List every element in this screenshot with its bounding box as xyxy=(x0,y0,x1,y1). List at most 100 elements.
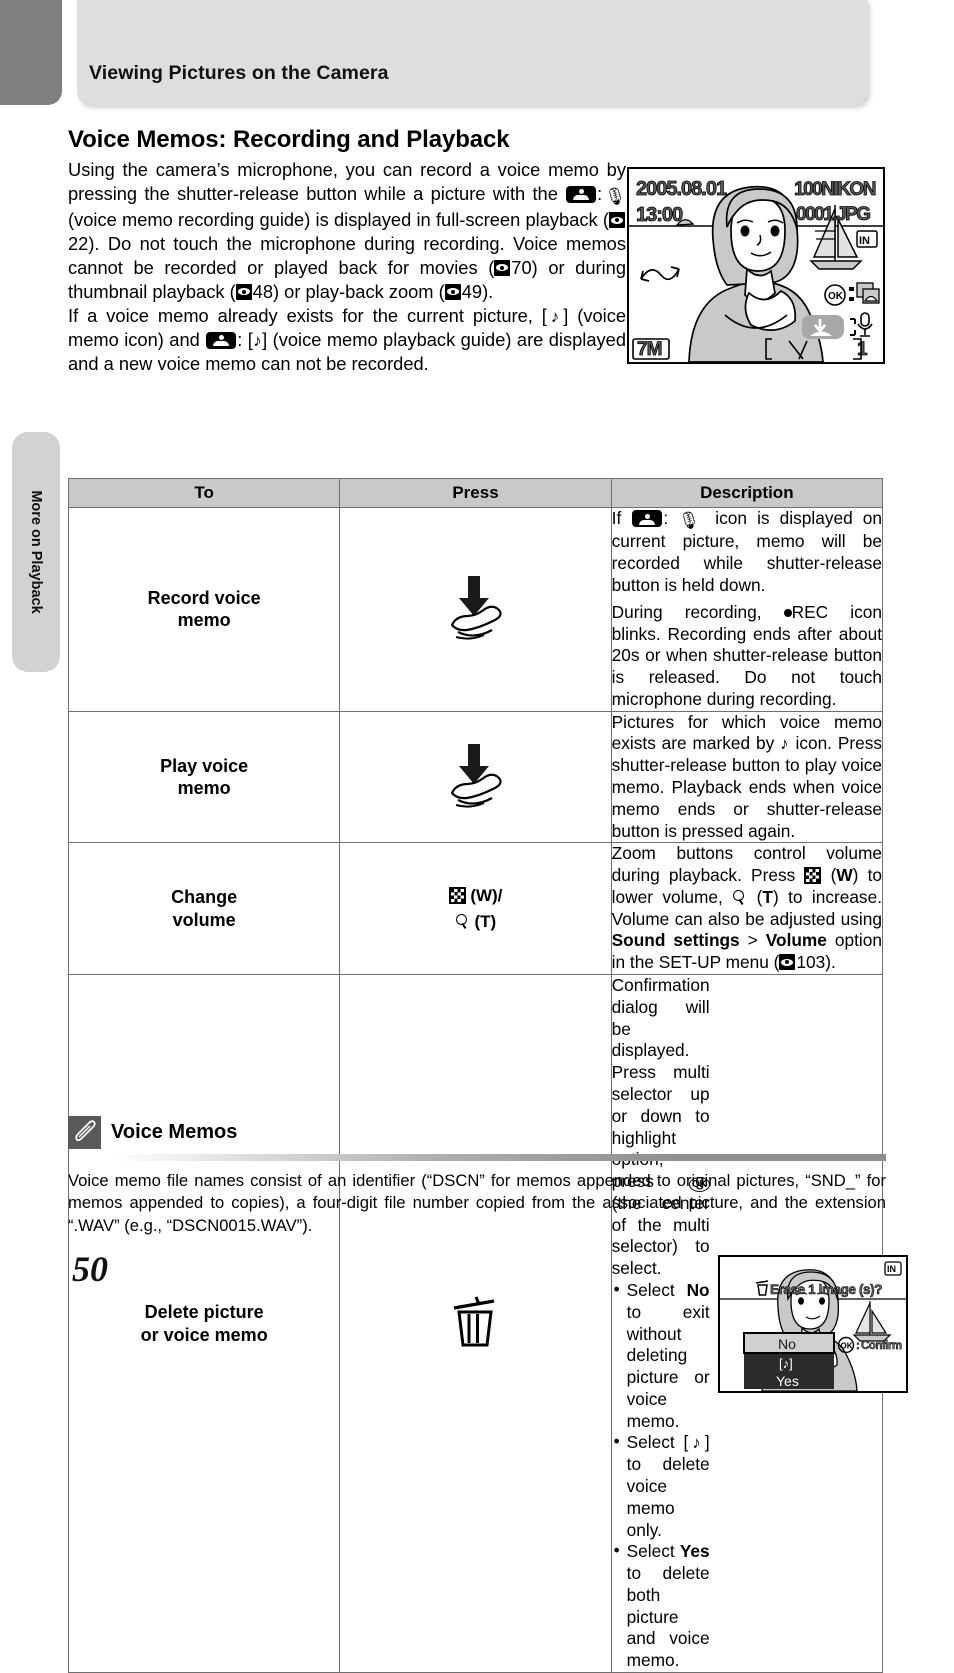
chapter-title: Viewing Pictures on the Camera xyxy=(89,62,389,84)
desc-cell-record-voice-memo: If : 🎙 icon is displayed on current pict… xyxy=(610,507,884,712)
delete-options-list: Select No to exit without deleting pictu… xyxy=(612,1279,710,1672)
table-row: Play voice memo Pictures for which voice… xyxy=(67,710,884,844)
reference-icon xyxy=(609,212,625,229)
row-label-delete-picture: Delete picture or voice memo xyxy=(67,974,341,1673)
note-header: Voice Memos xyxy=(68,1116,886,1149)
microphone-icon: 🎙 xyxy=(602,186,626,206)
note-divider xyxy=(112,1154,886,1161)
ref-page-103: 103 xyxy=(796,952,826,973)
svg-text:[♪]: [♪] xyxy=(779,1356,793,1371)
reference-icon xyxy=(779,954,796,971)
desc-text: > xyxy=(739,930,766,951)
desc-paragraph: If : 🎙 icon is displayed on current pict… xyxy=(612,508,882,597)
p1-text-f: ). xyxy=(482,280,494,302)
svg-text:OK: OK xyxy=(828,291,844,302)
reference-icon xyxy=(444,283,461,300)
ref-page-22: 22 xyxy=(68,232,89,254)
thumbnail-wide-icon xyxy=(448,887,466,905)
ref-page-48: 48 xyxy=(252,280,274,302)
desc-text: ). xyxy=(825,952,836,973)
camera-lcd-illustration: 2005.08.01 13:00 100NIKON 0001.JPG 7M 1 … xyxy=(627,167,885,364)
table-header-row: To Press Description xyxy=(67,478,884,508)
bullet-text: to delete both picture and voice memo. xyxy=(626,1563,710,1671)
magnifier-tele-icon xyxy=(455,913,470,930)
side-section-tab-label: More on Playback xyxy=(28,490,44,614)
bullet-text: Select xyxy=(626,1541,680,1562)
magnifier-tele-icon xyxy=(732,889,747,906)
svg-text:2005.08.01: 2005.08.01 xyxy=(636,178,727,200)
row-label-line1: Delete picture xyxy=(144,1302,264,1323)
wide-label: (W)/ xyxy=(470,886,503,906)
svg-text:Erase 1 image (s)?: Erase 1 image (s)? xyxy=(770,1282,882,1297)
svg-text:IN: IN xyxy=(887,1264,896,1274)
svg-text:IN: IN xyxy=(859,235,870,247)
chapter-header-panel: Viewing Pictures on the Camera xyxy=(77,0,868,105)
bullet-text: Select xyxy=(626,1279,687,1300)
desc-cell-play-voice-memo: Pictures for which voice memo exists are… xyxy=(610,710,884,844)
desc-text: : xyxy=(663,508,679,528)
trash-can-icon xyxy=(454,1296,495,1347)
wide-key: W xyxy=(836,865,853,886)
thumbnail-wide-icon xyxy=(804,867,822,885)
rec-label: REC xyxy=(791,601,829,622)
row-label-line2: volume xyxy=(172,909,236,930)
desc-paragraph: Zoom buttons control volume during playb… xyxy=(611,843,882,973)
press-cell-delete-button xyxy=(339,974,612,1673)
column-header-press: Press xyxy=(339,478,612,508)
row-label-line2: memo xyxy=(177,778,231,798)
musical-note-icon: ♪ xyxy=(688,1433,705,1453)
page-number: 50 xyxy=(72,1249,108,1289)
zoom-button-legend: (W)/ (T) xyxy=(340,883,610,934)
p1-text-b: (voice memo recording guide) is displaye… xyxy=(68,209,609,231)
column-header-description: Description xyxy=(610,478,884,508)
option-no: No xyxy=(686,1279,710,1300)
column-header-to: To xyxy=(67,478,341,508)
corner-tab xyxy=(0,0,62,105)
voice-memo-guide-icon xyxy=(632,510,663,527)
table-row: Change volume (W)/ (T) Zoom buttons cont… xyxy=(67,842,884,976)
bullet-text: Select [ xyxy=(626,1432,689,1453)
shutter-release-press-icon xyxy=(451,575,503,640)
list-item: Select Yes to delete both picture and vo… xyxy=(612,1540,710,1672)
table-row: Delete picture or voice memo Confirmatio… xyxy=(67,974,908,1673)
svg-text:7M: 7M xyxy=(637,339,662,360)
list-item: Select No to exit without deleting pictu… xyxy=(612,1279,710,1432)
svg-text:100NIKON: 100NIKON xyxy=(794,179,876,200)
row-label-line1: Change xyxy=(171,887,238,908)
menu-sound-settings: Sound settings xyxy=(611,930,740,951)
note-body: Voice memo file names consist of an iden… xyxy=(68,1171,886,1235)
svg-text:Confirm: Confirm xyxy=(861,1340,902,1352)
svg-text:13:00: 13:00 xyxy=(636,204,683,226)
microphone-icon: 🎙 xyxy=(678,511,706,530)
intro-body: Using the camera’s microphone, you can r… xyxy=(68,158,626,376)
svg-text:Yes: Yes xyxy=(776,1373,799,1389)
paragraph-2: If a voice memo already exists for the c… xyxy=(68,304,626,376)
row-label-line2: memo xyxy=(177,610,231,631)
row-label-play-voice-memo: Play voice memo xyxy=(67,710,341,844)
menu-volume: Volume xyxy=(765,930,827,951)
bullet-text: to exit without deleting picture or voic… xyxy=(626,1301,710,1431)
press-cell-zoom-buttons: (W)/ (T) xyxy=(339,842,612,976)
reference-icon xyxy=(494,259,511,276)
desc-text: During recording, xyxy=(611,601,784,622)
desc-cell-delete-picture: Confirmation dialog will be displayed. P… xyxy=(610,974,908,1673)
row-label-line2: or voice memo xyxy=(140,1324,268,1345)
reference-icon xyxy=(235,283,252,300)
page-title: Voice Memos: Recording and Playback xyxy=(68,126,510,153)
ref-page-49: 49 xyxy=(461,280,483,302)
voice-memo-guide-icon xyxy=(206,331,237,349)
p2-text-a: If a voice memo already exists for the c… xyxy=(68,304,547,326)
side-section-tab: More on Playback xyxy=(12,432,60,672)
voice-memo-operations-table: To Press Description Record voice memo I… xyxy=(67,478,908,1673)
musical-note-icon: ♪ xyxy=(546,306,564,326)
desc-text: ( xyxy=(821,865,837,886)
p1-text-a: Using the camera’s microphone, you can r… xyxy=(68,159,626,204)
row-label-change-volume: Change volume xyxy=(67,842,341,976)
musical-note-icon: ♪ xyxy=(252,330,263,350)
ref-page-70: 70 xyxy=(511,256,532,278)
pencil-icon xyxy=(68,1116,101,1149)
svg-text:No: No xyxy=(778,1336,796,1352)
tele-label: (T) xyxy=(474,911,497,931)
row-label-line1: Record voice xyxy=(147,587,261,608)
delete-confirmation-dialog-illustration: IN Erase 1 image (s)? No [♪] Yes OK: Co… xyxy=(717,1254,908,1393)
